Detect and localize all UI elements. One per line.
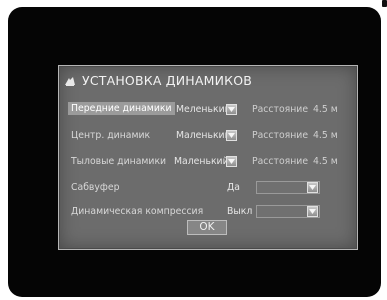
center-speaker-row[interactable]: Центр. динамик Маленький Расстояние 4.5 … bbox=[59, 128, 357, 144]
dynamic-compression-row[interactable]: Динамическая компрессия Выкл bbox=[59, 204, 357, 220]
front-speakers-label: Передние динамики bbox=[68, 102, 175, 115]
dynamic-compression-select[interactable] bbox=[256, 205, 320, 218]
rear-speakers-dropdown-button[interactable] bbox=[226, 156, 237, 167]
ok-button[interactable]: OK bbox=[187, 220, 227, 235]
rear-speakers-row[interactable]: Тыловые динамики Маленький Расстояние 4.… bbox=[59, 154, 357, 170]
dynamic-compression-label: Динамическая компрессия bbox=[71, 206, 204, 217]
center-speaker-label: Центр. динамик bbox=[71, 130, 151, 141]
subwoofer-select[interactable] bbox=[256, 181, 320, 194]
center-distance-label: Расстояние bbox=[252, 130, 309, 141]
center-speaker-size-value: Маленький bbox=[176, 130, 231, 141]
front-distance-value[interactable]: 4.5 м bbox=[313, 104, 338, 115]
rear-distance-label: Расстояние bbox=[252, 156, 309, 167]
center-speaker-dropdown-button[interactable] bbox=[226, 130, 237, 141]
rear-distance-value[interactable]: 4.5 м bbox=[313, 156, 338, 167]
dynamic-compression-dropdown-button[interactable] bbox=[307, 206, 318, 217]
front-speakers-size-value: Меленький bbox=[176, 104, 231, 115]
subwoofer-row[interactable]: Сабвуфер Да bbox=[59, 180, 357, 196]
subwoofer-value: Да bbox=[227, 182, 240, 193]
corner-mark bbox=[382, 0, 387, 7]
rear-speakers-size-value: Маленький bbox=[174, 156, 229, 167]
front-speakers-row[interactable]: Передние динамики Меленький Расстояние 4… bbox=[59, 102, 357, 118]
center-distance-value[interactable]: 4.5 м bbox=[313, 130, 338, 141]
rear-speakers-label: Тыловые динамики bbox=[71, 156, 167, 167]
subwoofer-label: Сабвуфер bbox=[71, 182, 120, 193]
speaker-setup-dialog: УСТАНОВКА ДИНАМИКОВ Передние динамики Ме… bbox=[58, 65, 358, 250]
front-distance-label: Расстояние bbox=[252, 104, 309, 115]
dynamic-compression-value: Выкл bbox=[227, 206, 253, 217]
tv-screen: УСТАНОВКА ДИНАМИКОВ Передние динамики Ме… bbox=[8, 7, 381, 297]
subwoofer-dropdown-button[interactable] bbox=[307, 182, 318, 193]
front-speakers-dropdown-button[interactable] bbox=[226, 104, 237, 115]
